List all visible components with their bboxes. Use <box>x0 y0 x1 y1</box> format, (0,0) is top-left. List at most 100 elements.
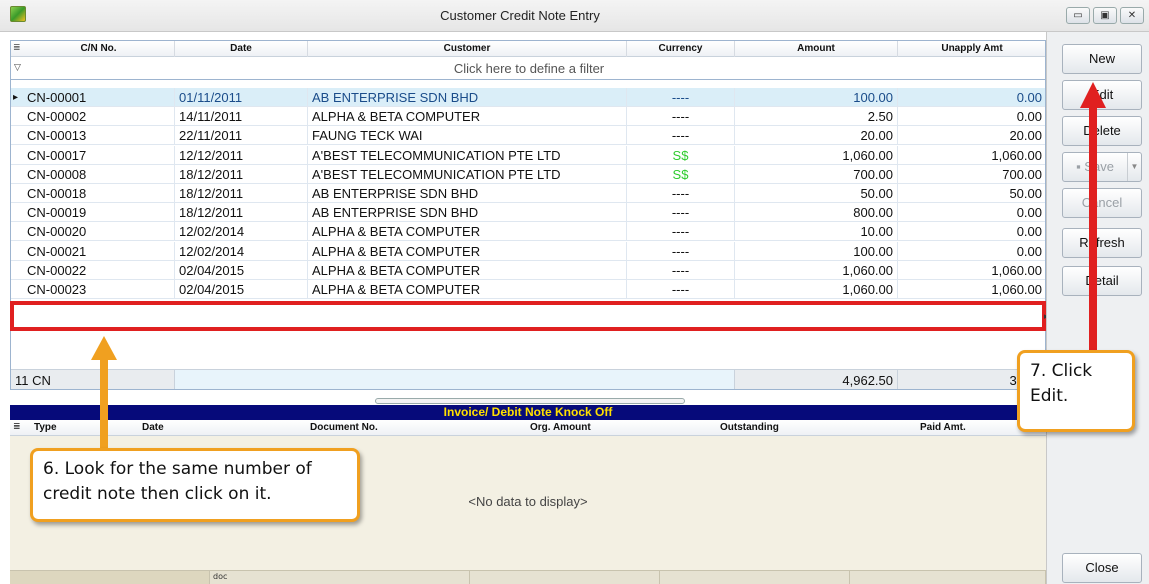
knock-column-outstanding[interactable]: Outstanding <box>720 420 779 436</box>
cell-amount[interactable]: 100.00 <box>735 241 898 261</box>
filter-placeholder[interactable]: Click here to define a filter <box>11 61 1045 76</box>
cell-date[interactable]: 18/12/2011 <box>175 184 308 203</box>
cell-date[interactable]: 02/04/2015 <box>175 260 308 280</box>
cell-unapply[interactable]: 0.00 <box>898 107 1045 126</box>
cell-amount[interactable]: 20.00 <box>735 126 898 146</box>
cell-cn[interactable]: CN-00022 <box>23 260 175 280</box>
cell-unapply[interactable]: 1,060.00 <box>898 261 1045 280</box>
cell-unapply[interactable]: 1,060.00 <box>898 146 1045 165</box>
cell-currency[interactable]: S$ <box>627 164 735 184</box>
cell-cn[interactable]: CN-00001 <box>23 88 175 107</box>
cell-cn[interactable]: CN-00018 <box>23 184 175 203</box>
cell-currency[interactable]: ---- <box>627 280 735 299</box>
knock-off-header: ≣ Type Date Document No. Org. Amount Out… <box>10 420 1046 436</box>
cell-amount[interactable]: 1,060.00 <box>735 260 898 280</box>
cell-currency[interactable]: ---- <box>627 126 735 146</box>
cell-cn[interactable]: CN-00002 <box>23 107 175 127</box>
cell-customer[interactable]: A'BEST TELECOMMUNICATION PTE LTD <box>308 164 627 184</box>
column-header-unapply-amt[interactable]: Unapply Amt <box>898 41 1045 57</box>
cell-unapply[interactable]: 50.00 <box>898 184 1045 203</box>
cell-cn[interactable]: CN-00019 <box>23 203 175 223</box>
cell-cn[interactable]: CN-00023 <box>23 280 175 299</box>
restore-icon[interactable]: ▣ <box>1093 7 1117 24</box>
cell-customer[interactable]: AB ENTERPRISE SDN BHD <box>308 88 627 107</box>
table-row[interactable]: CN-00018 18/12/2011 AB ENTERPRISE SDN BHD -… <box>11 184 1045 203</box>
knock-column-paid-amt[interactable]: Paid Amt. <box>920 420 966 436</box>
cell-cn[interactable]: CN-00013 <box>23 126 175 146</box>
cell-cn[interactable]: CN-00021 <box>23 241 175 261</box>
cell-date[interactable]: 12/02/2014 <box>175 222 308 242</box>
cell-date[interactable]: 18/12/2011 <box>175 164 308 184</box>
cell-cn[interactable]: CN-00008 <box>23 164 175 184</box>
cell-amount[interactable]: 50.00 <box>735 184 898 203</box>
minimize-icon[interactable]: ▭ <box>1066 7 1090 24</box>
cell-unapply[interactable]: 0.00 <box>898 203 1045 222</box>
cell-customer[interactable]: ALPHA & BETA COMPUTER <box>308 260 627 280</box>
cell-date[interactable]: 14/11/2011 <box>175 107 308 127</box>
table-row[interactable]: CN-00022 02/04/2015 ALPHA & BETA COMPUTER -… <box>11 260 1045 280</box>
cell-amount[interactable]: 1,060.00 <box>735 280 898 299</box>
knock-column-document-no[interactable]: Document No. <box>310 420 378 436</box>
cell-date[interactable]: 12/02/2014 <box>175 241 308 261</box>
knock-column-org-amount[interactable]: Org. Amount <box>530 420 591 436</box>
cell-currency[interactable]: ---- <box>627 241 735 261</box>
cell-unapply[interactable]: 700.00 <box>898 165 1045 184</box>
cell-unapply[interactable]: 0.00 <box>898 242 1045 261</box>
table-row[interactable]: CN-00023 02/04/2015 ALPHA & BETA COMPUTER -… <box>11 280 1045 299</box>
close-button[interactable]: Close <box>1062 553 1142 583</box>
table-row[interactable]: CN-00019 18/12/2011 AB ENTERPRISE SDN BHD -… <box>11 203 1045 223</box>
cell-currency[interactable]: ---- <box>627 260 735 280</box>
column-chooser-icon[interactable]: ≣ <box>13 422 21 432</box>
table-row[interactable]: CN-00008 18/12/2011 A'BEST TELECOMMUNICATI… <box>11 164 1045 184</box>
cell-date[interactable]: 22/11/2011 <box>175 126 308 146</box>
cell-cn[interactable]: CN-00017 <box>23 145 175 165</box>
cell-currency[interactable]: ---- <box>627 203 735 223</box>
table-row[interactable]: CN-00017 12/12/2011 A'BEST TELECOMMUNICATI… <box>11 145 1045 165</box>
cell-currency[interactable]: S$ <box>627 145 735 165</box>
cell-unapply[interactable]: 20.00 <box>898 126 1045 145</box>
column-header-amount[interactable]: Amount <box>735 41 898 57</box>
table-row[interactable]: CN-00013 22/11/2011 FAUNG TECK WAI ---- 20.0… <box>11 126 1045 146</box>
table-row[interactable]: ▸ CN-00001 01/11/2011 AB ENTERPRISE SDN BHD… <box>11 88 1045 107</box>
cell-amount[interactable]: 2.50 <box>735 107 898 127</box>
cell-unapply[interactable]: 1,060.00 <box>898 280 1045 299</box>
column-chooser-icon[interactable]: ≣ <box>13 43 21 53</box>
panel-splitter[interactable] <box>375 398 685 404</box>
cell-customer[interactable]: ALPHA & BETA COMPUTER <box>308 241 627 261</box>
cell-unapply[interactable]: 0.00 <box>898 88 1045 107</box>
cell-customer[interactable]: ALPHA & BETA COMPUTER <box>308 222 627 242</box>
column-header-cn-no[interactable]: C/N No. <box>23 41 175 57</box>
close-window-icon[interactable]: ✕ <box>1120 7 1144 24</box>
cell-customer[interactable]: FAUNG TECK WAI <box>308 126 627 146</box>
cell-date[interactable]: 18/12/2011 <box>175 203 308 223</box>
knock-column-date[interactable]: Date <box>142 420 164 436</box>
cell-amount[interactable]: 1,060.00 <box>735 145 898 165</box>
table-row[interactable]: CN-00020 12/02/2014 ALPHA & BETA COMPUTER -… <box>11 222 1045 242</box>
cell-unapply[interactable]: 0.00 <box>898 222 1045 241</box>
filter-row[interactable]: ▽ Click here to define a filter <box>11 58 1045 80</box>
cell-currency[interactable]: ---- <box>627 88 735 107</box>
cell-customer[interactable]: AB ENTERPRISE SDN BHD <box>308 203 627 223</box>
cell-cn[interactable]: CN-00020 <box>23 222 175 242</box>
cell-date[interactable]: 01/11/2011 <box>175 88 308 107</box>
cell-date[interactable]: 12/12/2011 <box>175 145 308 165</box>
cell-amount[interactable]: 100.00 <box>735 88 898 107</box>
column-header-customer[interactable]: Customer <box>308 41 627 57</box>
cell-currency[interactable]: ---- <box>627 222 735 242</box>
cell-currency[interactable]: ---- <box>627 107 735 127</box>
cell-customer[interactable]: ALPHA & BETA COMPUTER <box>308 280 627 299</box>
knock-column-type[interactable]: Type <box>34 420 57 436</box>
cell-amount[interactable]: 800.00 <box>735 203 898 223</box>
cell-date[interactable]: 02/04/2015 <box>175 280 308 299</box>
column-header-date[interactable]: Date <box>175 41 308 57</box>
cell-customer[interactable]: A'BEST TELECOMMUNICATION PTE LTD <box>308 145 627 165</box>
new-button[interactable]: New <box>1062 44 1142 74</box>
cell-amount[interactable]: 10.00 <box>735 222 898 242</box>
column-header-currency[interactable]: Currency <box>627 41 735 57</box>
table-row[interactable]: CN-00002 14/11/2011 ALPHA & BETA COMPUTER -… <box>11 107 1045 127</box>
cell-customer[interactable]: AB ENTERPRISE SDN BHD <box>308 184 627 203</box>
cell-amount[interactable]: 700.00 <box>735 164 898 184</box>
cell-customer[interactable]: ALPHA & BETA COMPUTER <box>308 107 627 127</box>
table-row[interactable]: CN-00021 12/02/2014 ALPHA & BETA COMPUTER -… <box>11 241 1045 261</box>
cell-currency[interactable]: ---- <box>627 184 735 203</box>
